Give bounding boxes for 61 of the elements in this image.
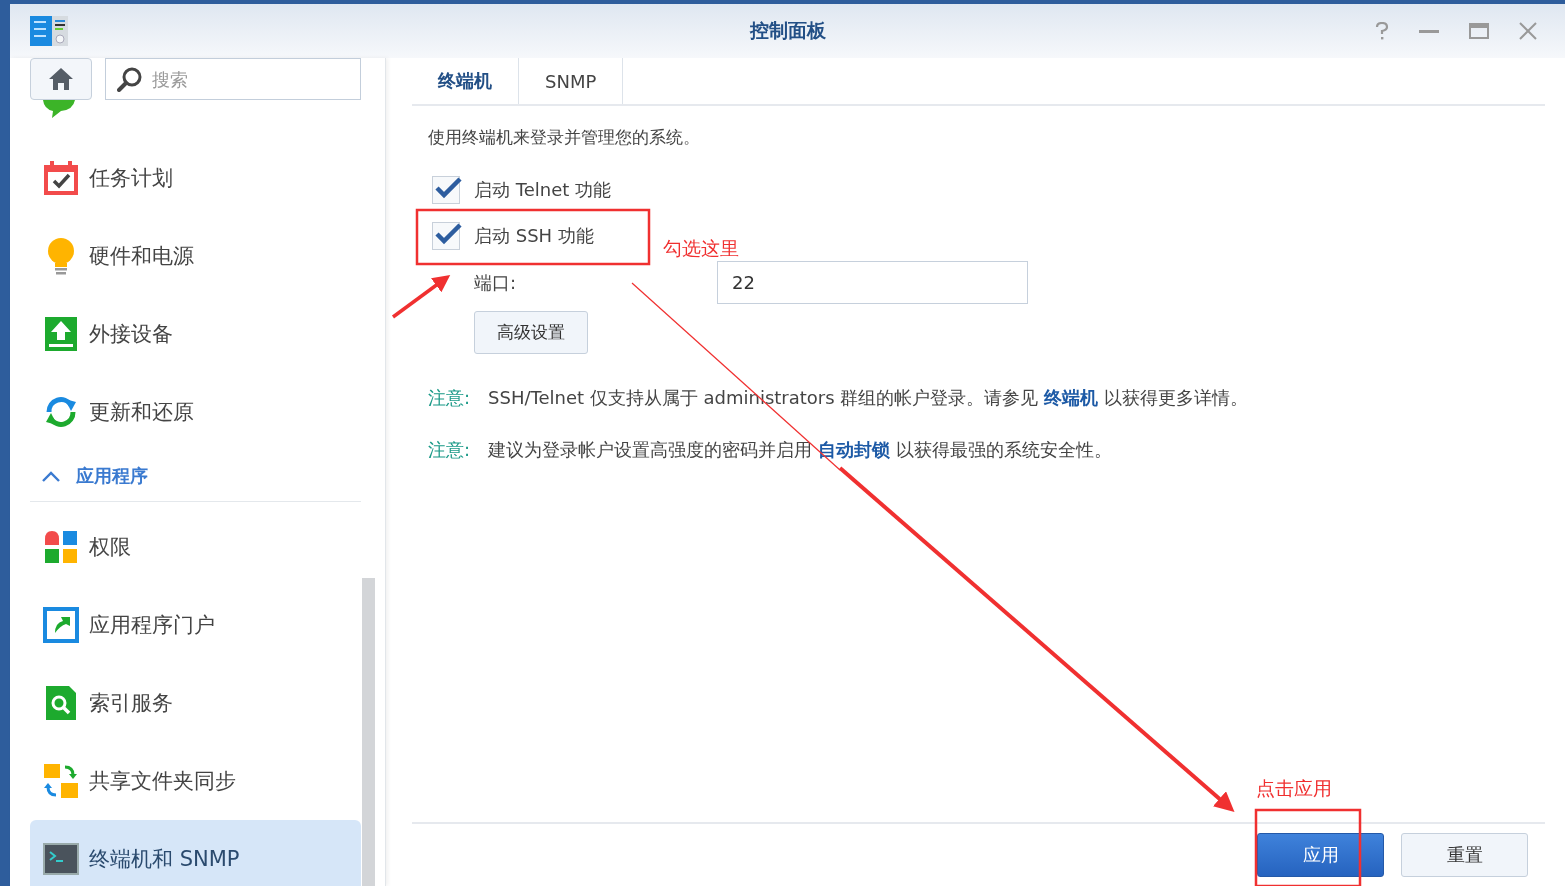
sidebar-item-label: 共享文件夹同步 (89, 768, 236, 795)
note-text: 建议为登录帐户设置高强度的密码并启用 自动封锁 以获得最强的系统安全性。 (488, 438, 1112, 462)
calendar-icon (43, 160, 79, 196)
advanced-settings-button[interactable]: 高级设置 (474, 311, 588, 354)
sidebar-item[interactable]: 更新和还原 (30, 373, 361, 451)
upload-icon (43, 316, 79, 352)
maximize-icon[interactable] (1469, 23, 1489, 39)
help-icon[interactable] (1375, 22, 1389, 40)
sidebar-item[interactable]: 外接设备 (30, 295, 361, 373)
sidebar-item-label: 权限 (89, 534, 131, 561)
caret-icon (42, 470, 60, 482)
app-icon (30, 15, 68, 47)
section-label: 应用程序 (76, 464, 148, 488)
search-icon (117, 66, 143, 92)
sidebar-item-label: 更新和还原 (89, 399, 194, 426)
scrollbar[interactable] (362, 578, 375, 886)
home-button[interactable] (30, 58, 92, 100)
close-icon[interactable] (1519, 22, 1537, 40)
sidebar-item[interactable]: 共享文件夹同步 (30, 742, 361, 820)
checkbox[interactable] (432, 222, 460, 250)
minimize-icon[interactable] (1419, 29, 1439, 33)
description-text: 使用终端机来登录并管理您的系统。 (428, 126, 701, 149)
home-icon (48, 67, 74, 91)
sidebar-item[interactable]: 终端机和 SNMP (30, 820, 361, 886)
apply-button[interactable]: 应用 (1257, 833, 1384, 877)
port-field[interactable]: 22 (717, 261, 1028, 304)
sidebar-item[interactable]: 权限 (30, 508, 361, 586)
refresh-icon (43, 396, 79, 428)
link[interactable]: 终端机 (1044, 387, 1099, 408)
annotation-text: 勾选这里 (663, 236, 739, 261)
checkbox-label: 启动 Telnet 功能 (474, 178, 611, 202)
sidebar-item-label: 外接设备 (89, 321, 173, 348)
search-field[interactable]: 搜索 (105, 58, 361, 100)
search-document-icon (43, 685, 79, 721)
note-label: 注意: (428, 438, 471, 462)
tab[interactable]: SNMP (519, 58, 624, 104)
sidebar-item-label: 任务计划 (89, 165, 173, 192)
terminal-icon (43, 843, 79, 875)
note-label: 注意: (428, 386, 471, 410)
port-label: 端口: (474, 270, 518, 295)
lock-grid-icon (43, 530, 79, 564)
portal-icon (43, 607, 79, 643)
folder-sync-icon (43, 763, 79, 799)
checkbox[interactable] (432, 176, 460, 204)
sidebar-item-label: 索引服务 (89, 690, 173, 717)
tab[interactable]: 终端机 (412, 58, 519, 104)
checkbox-label: 启动 SSH 功能 (474, 224, 594, 248)
section-header[interactable]: 应用程序 (30, 451, 361, 502)
chat-bubble-icon (43, 100, 75, 118)
reset-button[interactable]: 重置 (1401, 833, 1528, 877)
link[interactable]: 自动封锁 (817, 439, 890, 460)
sidebar-item[interactable]: 索引服务 (30, 664, 361, 742)
sidebar-item[interactable]: 硬件和电源 (30, 217, 361, 295)
sidebar-item[interactable]: 任务计划 (30, 139, 361, 217)
sidebar-item[interactable]: 应用程序门户 (30, 586, 361, 664)
sidebar-item-label: 终端机和 SNMP (89, 846, 240, 873)
annotation-text: 点击应用 (1256, 776, 1332, 801)
sidebar-item-label: 应用程序门户 (89, 612, 215, 639)
window-title: 控制面板 (749, 18, 826, 43)
sidebar-item-label: 硬件和电源 (89, 243, 194, 270)
annotation-arrow (391, 274, 451, 319)
